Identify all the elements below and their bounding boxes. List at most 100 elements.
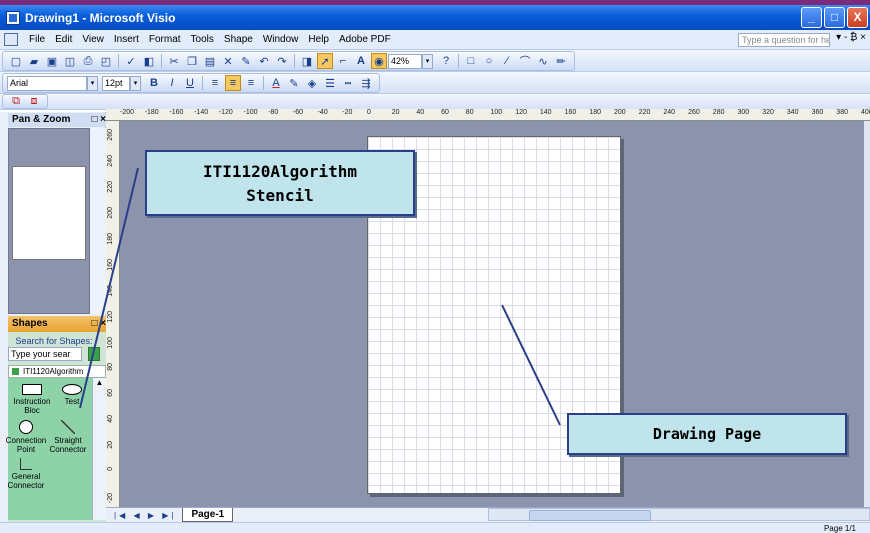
new-icon[interactable]: ▢ <box>8 53 24 69</box>
zoom-field[interactable]: 42% <box>388 53 422 69</box>
rectangle-tool-icon[interactable]: □ <box>463 53 479 69</box>
ruler-top-tick-label: 400 <box>861 109 870 116</box>
align-center-icon[interactable]: ≡ <box>225 75 241 91</box>
shapes-icon[interactable]: ◨ <box>299 53 315 69</box>
ruler-top-tick-label: -140 <box>194 109 209 116</box>
menu-tools[interactable]: Tools <box>186 30 219 50</box>
stamp-tool-icon[interactable]: ◉ <box>371 53 387 69</box>
permission-icon[interactable]: ◫ <box>62 53 78 69</box>
ruler-top-tick-label: 320 <box>762 109 774 116</box>
paste-icon[interactable]: ▤ <box>202 53 218 69</box>
shapes-search-input[interactable]: Type your sear <box>8 347 82 361</box>
delete-icon[interactable]: ✕ <box>220 53 236 69</box>
stencil-title-bar[interactable]: ITI1120Algorithm <box>8 365 106 378</box>
pencil-tool-icon[interactable]: ✏ <box>553 53 569 69</box>
shape-connection-point[interactable]: Connection Point <box>4 420 48 454</box>
pan-zoom-close-button[interactable]: □ × <box>91 113 106 127</box>
line-tool-icon[interactable]: ⁄ <box>499 53 515 69</box>
shapes-close-button[interactable]: □ × <box>91 316 106 332</box>
underline-button[interactable]: U <box>182 75 198 91</box>
menu-adobe-pdf[interactable]: Adobe PDF <box>334 30 396 50</box>
cut-icon[interactable]: ✂ <box>166 53 182 69</box>
statusbar: Page 1/1 <box>0 522 870 533</box>
ruler-left-tick-label: 140 <box>107 285 114 297</box>
ruler-top-tick-label: -180 <box>144 109 159 116</box>
horizontal-scrollbar[interactable] <box>488 508 870 521</box>
menu-shape[interactable]: Shape <box>219 30 258 50</box>
window-titlebar[interactable]: Drawing1 - Microsoft Visio _ □ X <box>0 5 870 30</box>
font-name-field[interactable]: Arial <box>7 75 87 91</box>
copy-icon[interactable]: ❐ <box>184 53 200 69</box>
menu-insert[interactable]: Insert <box>109 30 144 50</box>
document-icon[interactable] <box>4 33 18 46</box>
close-button[interactable]: X <box>847 7 868 28</box>
line-weight-icon[interactable]: ☰ <box>322 75 338 91</box>
fill-color-icon[interactable]: ◈ <box>304 75 320 91</box>
scroll-up-icon[interactable]: ▲ <box>93 378 106 387</box>
menu-window-controls[interactable]: ▾ - ₿ × <box>836 32 866 43</box>
research-icon[interactable]: ◧ <box>141 53 157 69</box>
undo-icon[interactable]: ↶ <box>256 53 272 69</box>
menu-edit[interactable]: Edit <box>50 30 77 50</box>
page-tab-page-1[interactable]: Page-1 <box>182 508 234 522</box>
maximize-button[interactable]: □ <box>824 7 845 28</box>
connector-tool-icon[interactable]: ⌐ <box>335 53 351 69</box>
shape-test[interactable]: Test <box>50 384 94 406</box>
extra-toolbar: ⧉ ⧈ <box>2 94 48 109</box>
shape-general-connector[interactable]: General Connector <box>4 458 48 490</box>
ruler-top-tick-label: 260 <box>688 109 700 116</box>
menu-format[interactable]: Format <box>144 30 186 50</box>
print-icon[interactable]: ⎙ <box>80 53 96 69</box>
menu-file[interactable]: File <box>24 30 50 50</box>
save-icon[interactable]: ▣ <box>44 53 60 69</box>
visio-app-icon[interactable] <box>6 10 20 25</box>
pointer-tool-icon[interactable]: ➚ <box>317 53 333 69</box>
menu-help[interactable]: Help <box>303 30 334 50</box>
page-nav-arrows[interactable]: |◀ ◀ ▶ ▶| <box>106 511 180 520</box>
minimize-button[interactable]: _ <box>801 7 822 28</box>
shape-straight-connector[interactable]: Straight Connector <box>46 420 90 454</box>
ruler-left-tick-label: 80 <box>107 363 114 371</box>
pdf-email-icon[interactable]: ⧈ <box>26 94 42 110</box>
freeform-tool-icon[interactable]: ∿ <box>535 53 551 69</box>
text-tool-icon[interactable]: A <box>353 53 369 69</box>
shapes-search-go-button[interactable] <box>88 347 100 361</box>
redo-icon[interactable]: ↷ <box>274 53 290 69</box>
bold-button[interactable]: B <box>146 75 162 91</box>
arc-tool-icon[interactable]: ⌒ <box>517 53 533 69</box>
shape-label: Straight Connector <box>49 436 87 454</box>
shape-instruction-bloc[interactable]: Instruction Bloc <box>10 384 54 415</box>
line-color-icon[interactable]: ✎ <box>286 75 302 91</box>
zoom-dropdown[interactable]: ▾ <box>422 53 433 69</box>
ruler-top-tick-label: -60 <box>292 109 304 116</box>
format-toolbar-row: Arial ▾ 12pt ▾ B I U ≡ ≡ ≡ A ✎ ◈ ☰ ┅ ⇶ <box>0 72 870 94</box>
vertical-scrollbar[interactable] <box>864 121 870 507</box>
line-pattern-icon[interactable]: ┅ <box>340 75 356 91</box>
ruler-top-tick-label: -200 <box>120 109 135 116</box>
ruler-top-tick-label: 20 <box>391 109 400 116</box>
spelling-icon[interactable]: ✓ <box>123 53 139 69</box>
pdf-convert-icon[interactable]: ⧉ <box>8 94 24 110</box>
align-left-icon[interactable]: ≡ <box>207 75 223 91</box>
align-right-icon[interactable]: ≡ <box>243 75 259 91</box>
format-painter-icon[interactable]: ✎ <box>238 53 254 69</box>
font-size-field[interactable]: 12pt <box>102 75 130 91</box>
menu-window[interactable]: Window <box>258 30 304 50</box>
help-search-input[interactable]: Type a question for help <box>738 33 830 47</box>
line-ends-icon[interactable]: ⇶ <box>358 75 374 91</box>
stencil-scrollbar[interactable]: ▲ <box>92 378 106 520</box>
font-name-dropdown[interactable]: ▾ <box>87 75 98 91</box>
pan-zoom-page-thumbnail[interactable] <box>12 166 86 260</box>
open-icon[interactable]: ▰ <box>26 53 42 69</box>
help-icon[interactable]: ? <box>438 53 454 69</box>
ruler-top-tick-label: 160 <box>564 109 577 116</box>
italic-button[interactable]: I <box>164 75 180 91</box>
menu-view[interactable]: View <box>77 30 109 50</box>
ruler-top-tick-label: 140 <box>539 109 552 116</box>
font-color-icon[interactable]: A <box>268 75 284 91</box>
font-size-dropdown[interactable]: ▾ <box>130 75 141 91</box>
ruler-left-tick-label: 40 <box>107 415 114 423</box>
print-preview-icon[interactable]: ◰ <box>98 53 114 69</box>
pan-zoom-slider[interactable] <box>91 128 106 314</box>
ellipse-tool-icon[interactable]: ○ <box>481 53 497 69</box>
